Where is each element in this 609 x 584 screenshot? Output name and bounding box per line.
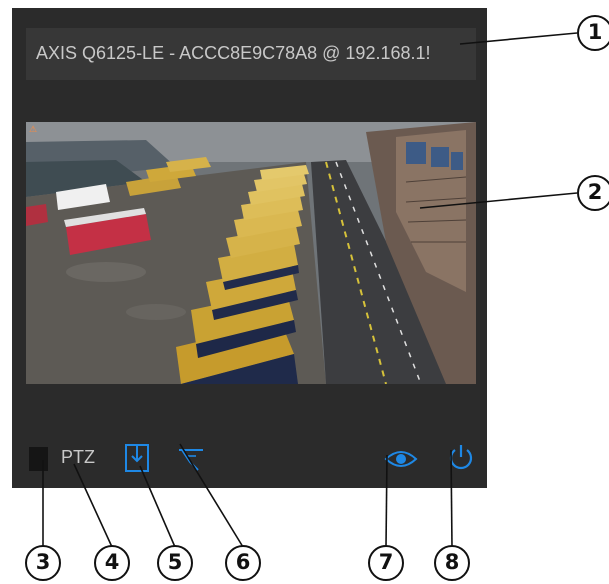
callout-6: 6 (225, 545, 261, 581)
callout-8: 8 (434, 545, 470, 581)
callout-4: 4 (94, 545, 130, 581)
callout-leader-lines (42, 32, 578, 548)
callout-7: 7 (368, 545, 404, 581)
callout-2: 2 (577, 175, 609, 211)
callout-1: 1 (577, 15, 609, 51)
callout-5: 5 (157, 545, 193, 581)
callout-3: 3 (25, 545, 61, 581)
